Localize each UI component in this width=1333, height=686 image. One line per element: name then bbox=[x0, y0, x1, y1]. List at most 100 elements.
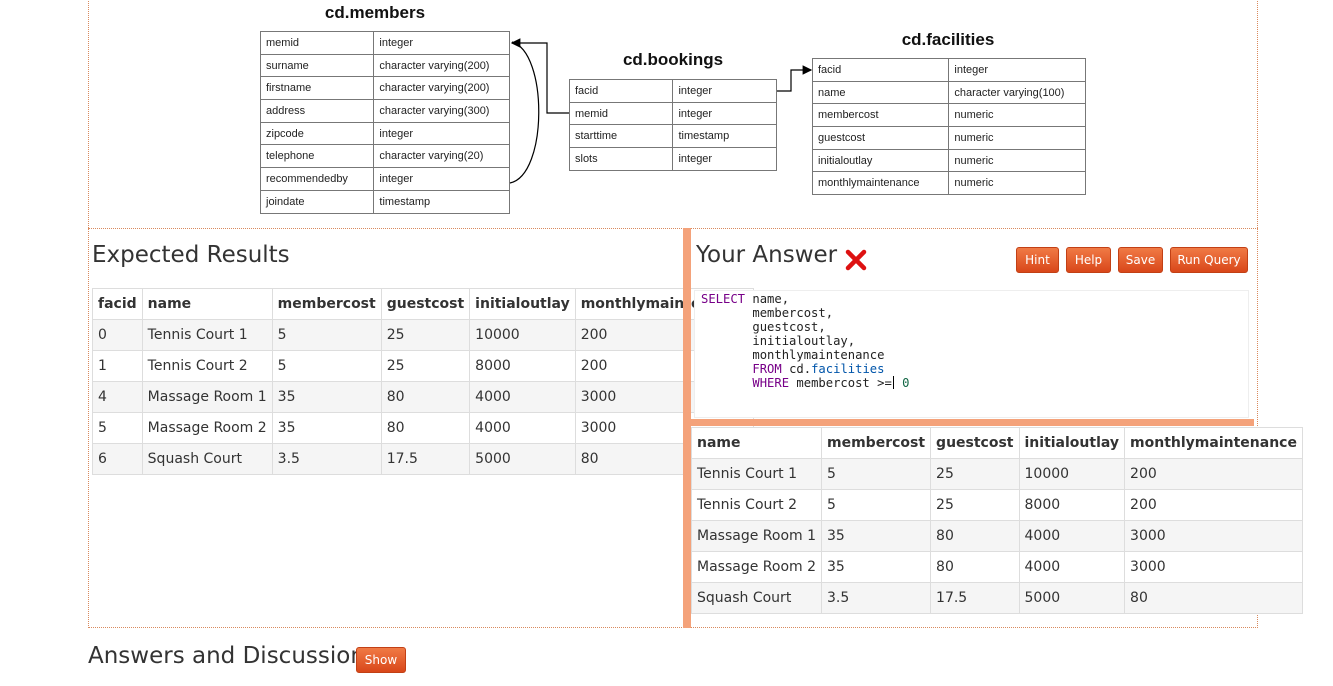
schema-row: memid integer bbox=[568, 101, 777, 126]
members-schema-table: memid integer surname character varying(20… bbox=[259, 31, 510, 214]
schema-column-type: character varying(200) bbox=[373, 76, 510, 101]
expected-results-table: facid name membercost guestcost initialo… bbox=[92, 288, 754, 475]
members-table-title: cd.members bbox=[324, 3, 426, 22]
table-cell: Tennis Court 1 bbox=[141, 319, 273, 351]
save-button[interactable]: Save bbox=[1118, 247, 1163, 273]
schema-row: slots integer bbox=[568, 147, 777, 171]
facilities-table-title: cd.facilities bbox=[901, 30, 995, 49]
schema-column-type: numeric bbox=[948, 126, 1086, 150]
facilities-schema-table: facid integer name character varying(100) … bbox=[811, 58, 1086, 196]
table-cell: 5000 bbox=[469, 443, 576, 475]
schema-column-name: slots bbox=[568, 147, 674, 171]
code-text: membercost, bbox=[701, 306, 834, 320]
table-cell: 10000 bbox=[469, 319, 576, 351]
schema-column-type: integer bbox=[948, 58, 1086, 82]
table-cell: Tennis Court 2 bbox=[141, 350, 273, 382]
table-cell: 80 bbox=[380, 381, 471, 413]
table-cell: 5 bbox=[820, 489, 932, 521]
schema-column-type: character varying(200) bbox=[373, 53, 510, 78]
table-cell: 80 bbox=[930, 520, 1020, 552]
code-text: guestcost, bbox=[701, 320, 826, 334]
schema-column-type: character varying(100) bbox=[948, 80, 1086, 105]
schema-row: monthlymaintenance numeric bbox=[811, 171, 1086, 196]
table-cell: Squash Court bbox=[141, 443, 273, 475]
column-header: guestcost bbox=[930, 427, 1020, 459]
table-cell: 35 bbox=[271, 381, 382, 413]
table-cell: 5 bbox=[271, 319, 382, 351]
answers-discussion-title: Answers and Discussion bbox=[88, 643, 365, 669]
schema-row: surname character varying(200) bbox=[259, 53, 510, 78]
schema-column-type: numeric bbox=[948, 171, 1086, 196]
table-cell: 200 bbox=[1124, 489, 1303, 521]
schema-row: telephone character varying(20) bbox=[259, 144, 510, 169]
table-cell: 17.5 bbox=[380, 443, 471, 475]
table-cell: 8000 bbox=[469, 350, 576, 382]
table-cell: 25 bbox=[930, 489, 1020, 521]
bookings-schema-body: facid integer memid integer starttime times… bbox=[568, 79, 777, 171]
table-row: Squash Court 3.5 17.5 5000 80 bbox=[691, 582, 1303, 614]
run-query-button[interactable]: Run Query bbox=[1170, 247, 1248, 273]
table-cell: Tennis Court 1 bbox=[691, 458, 822, 490]
column-header: initialoutlay bbox=[1018, 427, 1126, 459]
facilities-schema-body: facid integer name character varying(100) … bbox=[811, 58, 1086, 196]
table-cell: 4000 bbox=[1018, 520, 1126, 552]
table-cell: 3000 bbox=[1124, 551, 1303, 583]
schema-column-name: facid bbox=[568, 79, 674, 103]
expected-results-title: Expected Results bbox=[92, 242, 290, 268]
table-cell: 5 bbox=[271, 350, 382, 382]
horizontal-pane-splitter[interactable] bbox=[691, 419, 1254, 426]
table-cell: 0 bbox=[92, 319, 143, 351]
code-number: 0 bbox=[894, 376, 910, 390]
schema-column-type: numeric bbox=[948, 148, 1086, 173]
vertical-pane-splitter[interactable] bbox=[683, 228, 691, 628]
schema-column-name: facid bbox=[811, 58, 950, 82]
table-cell: 5000 bbox=[1018, 582, 1126, 614]
schema-column-type: integer bbox=[672, 101, 777, 126]
schema-row: facid integer bbox=[568, 79, 777, 103]
schema-row: recommendedby integer bbox=[259, 167, 510, 191]
table-cell: 3.5 bbox=[271, 443, 382, 475]
schema-row: guestcost numeric bbox=[811, 126, 1086, 150]
code-table-name: facilities bbox=[811, 362, 885, 376]
sql-code[interactable]: SELECT name, membercost, guestcost, init… bbox=[701, 292, 909, 390]
table-row: Massage Room 2 35 80 4000 3000 bbox=[691, 551, 1303, 583]
column-header: membercost bbox=[820, 427, 932, 459]
table-cell: 5 bbox=[92, 412, 143, 444]
code-text: monthlymaintenance bbox=[701, 348, 885, 362]
column-header: membercost bbox=[271, 288, 382, 320]
red-x-icon bbox=[845, 249, 867, 271]
schema-column-name: initialoutlay bbox=[811, 148, 950, 173]
help-button[interactable]: Help bbox=[1066, 247, 1111, 273]
schema-column-name: guestcost bbox=[811, 126, 950, 150]
schema-divider bbox=[88, 228, 1258, 229]
schema-row: firstname character varying(200) bbox=[259, 76, 510, 101]
hint-button[interactable]: Hint bbox=[1016, 247, 1059, 273]
table-cell: Massage Room 1 bbox=[141, 381, 273, 413]
bookings-schema-table: facid integer memid integer starttime times… bbox=[568, 79, 777, 171]
table-cell: 3.5 bbox=[820, 582, 932, 614]
schema-column-name: monthlymaintenance bbox=[811, 171, 950, 196]
table-cell: Tennis Court 2 bbox=[691, 489, 822, 521]
schema-column-name: zipcode bbox=[259, 121, 375, 146]
table-row: Massage Room 1 35 80 4000 3000 bbox=[691, 520, 1303, 552]
show-answers-button[interactable]: Show bbox=[356, 647, 406, 673]
schema-column-name: membercost bbox=[811, 103, 950, 128]
schema-column-name: memid bbox=[568, 101, 674, 126]
table-cell: 35 bbox=[820, 520, 932, 552]
members-schema-body: memid integer surname character varying(20… bbox=[259, 31, 510, 214]
bookings-table-title: cd.bookings bbox=[622, 50, 724, 69]
schema-column-name: memid bbox=[259, 31, 375, 55]
schema-column-name: address bbox=[259, 99, 375, 123]
your-answer-results-table: name membercost guestcost initialoutlay … bbox=[691, 427, 1303, 614]
table-row: Tennis Court 1 5 25 10000 200 bbox=[691, 458, 1303, 490]
schema-column-type: integer bbox=[672, 147, 777, 171]
table-cell: 25 bbox=[380, 350, 471, 382]
table-cell: 10000 bbox=[1018, 458, 1126, 490]
table-cell: 4000 bbox=[1018, 551, 1126, 583]
table-header-row: name membercost guestcost initialoutlay … bbox=[691, 427, 1303, 459]
schema-column-type: timestamp bbox=[373, 189, 510, 214]
code-keyword: FROM bbox=[752, 362, 782, 376]
table-cell: 4 bbox=[92, 381, 143, 413]
table-row: 0 Tennis Court 1 5 25 10000 200 bbox=[92, 319, 754, 351]
